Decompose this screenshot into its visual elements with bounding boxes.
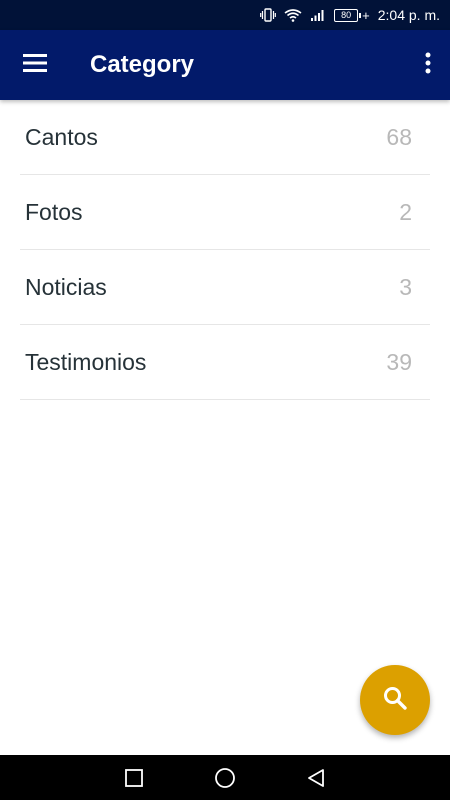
category-item-noticias[interactable]: Noticias 3 bbox=[20, 250, 430, 325]
category-label: Noticias bbox=[25, 273, 107, 300]
battery-level: 80 bbox=[341, 9, 352, 20]
app-bar: Category bbox=[0, 30, 450, 100]
category-count: 2 bbox=[399, 198, 412, 225]
category-list: Cantos 68 Fotos 2 Noticias 3 Testimonios… bbox=[20, 100, 430, 400]
category-count: 39 bbox=[386, 348, 412, 375]
vibrate-icon bbox=[260, 8, 277, 22]
battery-icon: 80 bbox=[334, 8, 362, 22]
category-label: Testimonios bbox=[25, 348, 147, 375]
recents-icon bbox=[125, 768, 143, 787]
wifi-icon bbox=[284, 8, 302, 22]
category-count: 3 bbox=[399, 273, 412, 300]
more-vert-icon bbox=[425, 52, 431, 79]
recents-button[interactable] bbox=[124, 768, 144, 788]
search-icon bbox=[382, 685, 408, 716]
hamburger-icon bbox=[23, 53, 47, 77]
charging-icon: + bbox=[362, 7, 370, 23]
menu-button[interactable] bbox=[0, 30, 70, 100]
category-item-fotos[interactable]: Fotos 2 bbox=[20, 175, 430, 250]
category-item-testimonios[interactable]: Testimonios 39 bbox=[20, 325, 430, 400]
search-fab-button[interactable] bbox=[360, 665, 430, 735]
signal-icon bbox=[310, 8, 326, 22]
home-button[interactable] bbox=[214, 767, 236, 789]
status-time: 2:04 p. m. bbox=[377, 7, 440, 23]
status-bar: 80 + 2:04 p. m. bbox=[0, 0, 450, 30]
home-icon bbox=[215, 767, 235, 788]
page-title: Category bbox=[90, 51, 195, 78]
system-nav-bar bbox=[0, 755, 450, 800]
category-count: 68 bbox=[386, 123, 412, 150]
category-label: Cantos bbox=[25, 123, 98, 150]
back-button[interactable] bbox=[306, 768, 326, 788]
category-label: Fotos bbox=[25, 198, 83, 225]
overflow-menu-button[interactable] bbox=[406, 30, 450, 100]
category-item-cantos[interactable]: Cantos 68 bbox=[20, 100, 430, 175]
back-icon bbox=[308, 768, 324, 787]
